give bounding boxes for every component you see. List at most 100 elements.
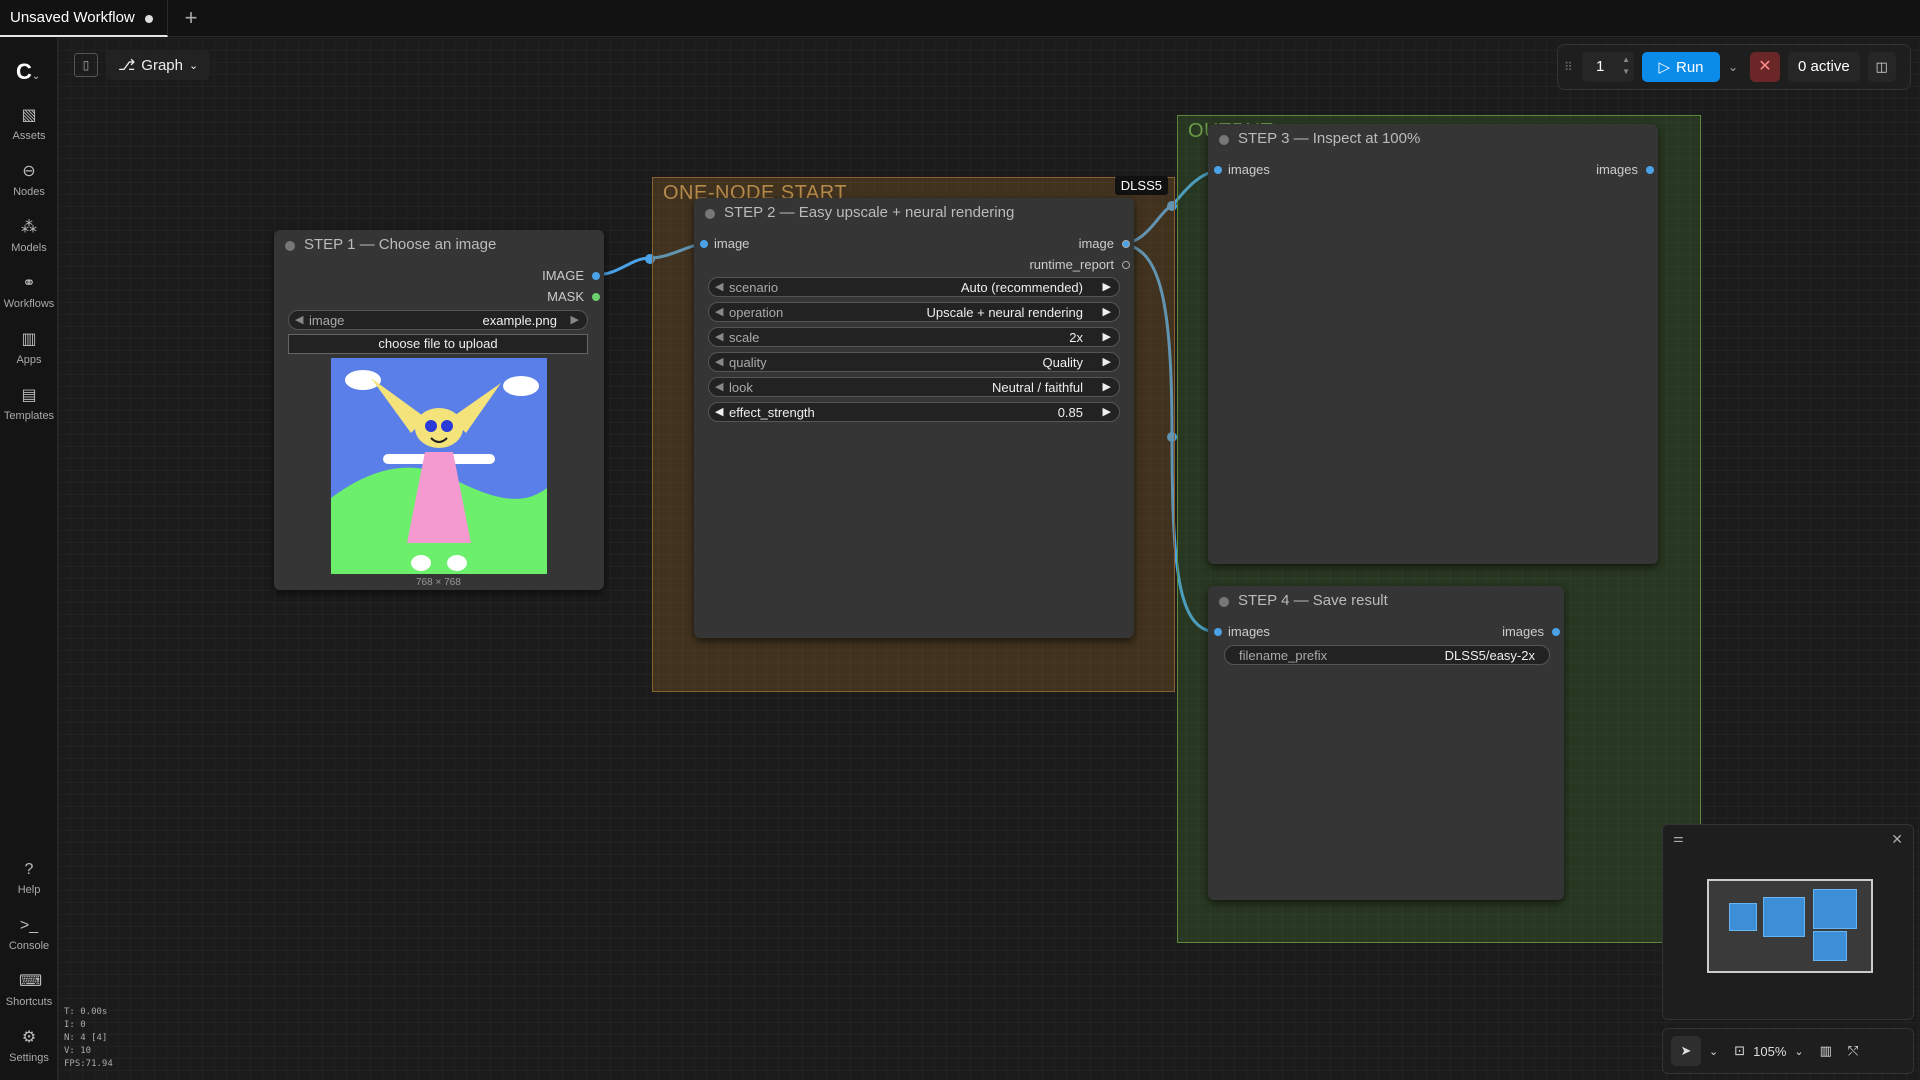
stepper-icon[interactable]: ▲ ▼ <box>1622 54 1630 78</box>
select-pointer-icon[interactable]: ➤ <box>1671 1036 1701 1066</box>
minimap[interactable]: ⚌ ✕ <box>1662 824 1914 1020</box>
output-mask-port[interactable] <box>592 293 600 301</box>
minimap-toggle-icon[interactable]: ▥ <box>1820 1043 1832 1059</box>
output-image-label: IMAGE <box>542 268 584 283</box>
widget-scale[interactable]: ◀ scale 2x ▶ <box>708 327 1120 347</box>
arrow-right-icon[interactable]: ▶ <box>1103 305 1111 318</box>
queue-active-button[interactable]: 0 active <box>1788 52 1860 82</box>
close-icon[interactable]: ✕ <box>1891 831 1903 848</box>
collapse-dot-icon[interactable] <box>285 241 295 251</box>
output-images-label: images <box>1502 624 1544 639</box>
arrow-left-icon[interactable]: ◀ <box>295 313 303 326</box>
sidebar-item-apps[interactable]: ▥ Apps <box>0 330 58 366</box>
app-logo-icon[interactable]: C⌄ <box>16 60 46 84</box>
collapse-dot-icon[interactable] <box>705 209 715 219</box>
widget-look[interactable]: ◀ look Neutral / faithful ▶ <box>708 377 1120 397</box>
widget-value: Neutral / faithful <box>991 380 1083 395</box>
stat-nodes: N: 4 [4] <box>64 1033 108 1043</box>
arrow-right-icon[interactable]: ▶ <box>571 313 579 326</box>
models-icon: ⁂ <box>21 219 37 236</box>
arrow-right-icon[interactable]: ▶ <box>1103 280 1111 293</box>
node-title-text: STEP 1 — Choose an image <box>304 236 497 253</box>
widget-label: image <box>309 313 345 328</box>
widget-label: scale <box>729 330 760 345</box>
output-image-port[interactable] <box>592 272 600 280</box>
cancel-run-button[interactable]: ✕ <box>1750 52 1780 82</box>
minimap-viewport[interactable] <box>1707 879 1873 973</box>
sidebar-item-assets[interactable]: ▧ Assets <box>0 106 58 142</box>
node-title-text: STEP 4 — Save result <box>1238 592 1388 609</box>
arrow-right-icon[interactable]: ▶ <box>1103 405 1111 418</box>
output-report-port[interactable] <box>1122 261 1130 269</box>
input-images-port[interactable] <box>1214 166 1222 174</box>
arrow-left-icon[interactable]: ◀ <box>715 280 723 293</box>
arrow-left-icon[interactable]: ◀ <box>715 380 723 393</box>
image-dimensions: 768 × 768 <box>416 577 461 588</box>
chevron-down-icon[interactable]: ⌄ <box>1728 60 1742 74</box>
widget-value: 0.85 <box>1057 405 1083 420</box>
sidebar-item-nodes[interactable]: ⊖ Nodes <box>0 162 58 198</box>
widget-effect-strength[interactable]: ◀ effect_strength 0.85 ▶ <box>708 402 1120 422</box>
chevron-down-icon[interactable]: ⌄ <box>1709 1045 1718 1058</box>
output-image-label: image <box>1078 236 1114 251</box>
node-step1-load-image[interactable]: STEP 1 — Choose an image IMAGE MASK ◀ im… <box>274 230 604 590</box>
sidebar-item-templates[interactable]: ▤ Templates <box>0 386 58 422</box>
sidebar-item-console[interactable]: >_ Console <box>0 916 58 952</box>
input-image-label: image <box>714 236 750 251</box>
collapse-dot-icon[interactable] <box>1219 135 1229 145</box>
sidebar-item-label: Settings <box>9 1052 49 1064</box>
arrow-right-icon[interactable]: ▶ <box>1103 380 1111 393</box>
output-images-port[interactable] <box>1646 166 1654 174</box>
arrow-left-icon[interactable]: ◀ <box>715 305 723 318</box>
filename-prefix-field[interactable]: filename_prefix DLSS5/easy-2x <box>1224 645 1550 665</box>
arrow-left-icon[interactable]: ◀ <box>715 405 723 418</box>
chevron-down-icon[interactable]: ⌄ <box>1794 1045 1803 1058</box>
collapse-dot-icon[interactable] <box>1219 597 1229 607</box>
output-images-port[interactable] <box>1552 628 1560 636</box>
arrow-left-icon[interactable]: ◀ <box>715 330 723 343</box>
arrow-left-icon[interactable]: ◀ <box>715 355 723 368</box>
sidebar-item-label: Templates <box>3 410 55 422</box>
sidebar-item-label: Nodes <box>13 186 45 198</box>
widget-operation[interactable]: ◀ operation Upscale + neural rendering ▶ <box>708 302 1120 322</box>
image-combo-widget[interactable]: ◀ image example.png ▶ <box>288 310 588 330</box>
chevron-down-icon: ⌄ <box>189 59 199 72</box>
sidebar-item-help[interactable]: ? Help <box>0 860 58 896</box>
sidebar-item-models[interactable]: ⁂ Models <box>0 218 58 254</box>
drag-handle-icon[interactable]: ⠿ <box>1564 60 1574 74</box>
widget-quality[interactable]: ◀ quality Quality ▶ <box>708 352 1120 372</box>
node-title: STEP 3 — Inspect at 100% <box>1208 124 1658 154</box>
settings-sliders-icon[interactable]: ⚌ <box>1673 831 1684 845</box>
node-step3-preview[interactable]: STEP 3 — Inspect at 100% images images <box>1208 124 1658 564</box>
sidebar-item-settings[interactable]: ⚙ Settings <box>0 1028 58 1064</box>
input-images-label: images <box>1228 624 1270 639</box>
node-title: STEP 2 — Easy upscale + neural rendering <box>694 198 1134 228</box>
output-report-label: runtime_report <box>1029 257 1114 272</box>
output-image-port[interactable] <box>1122 240 1130 248</box>
toggle-panel-button[interactable]: ▯ <box>74 53 98 77</box>
keyboard-icon: ⌨ <box>19 973 43 990</box>
link-visibility-icon[interactable]: ⤲ <box>1848 1043 1858 1059</box>
node-step2-upscale[interactable]: STEP 2 — Easy upscale + neural rendering… <box>694 198 1134 638</box>
input-image-port[interactable] <box>700 240 708 248</box>
sidebar-item-workflows[interactable]: ⚭ Workflows <box>0 274 58 310</box>
minimap-node <box>1763 897 1805 937</box>
run-button[interactable]: ▷ Run <box>1642 52 1720 82</box>
batch-count-input[interactable]: 1 ▲ ▼ <box>1582 52 1634 82</box>
arrow-right-icon[interactable]: ▶ <box>1103 330 1111 343</box>
node-title-text: STEP 2 — Easy upscale + neural rendering <box>724 204 1015 221</box>
batch-count-value: 1 <box>1596 58 1605 75</box>
widget-scenario[interactable]: ◀ scenario Auto (recommended) ▶ <box>708 277 1120 297</box>
render-stats: T: 0.00s I: 0 N: 4 [4] V: 10 FPS:71.94 <box>64 1006 113 1071</box>
sidebar-item-shortcuts[interactable]: ⌨ Shortcuts <box>0 972 58 1008</box>
sidebar-item-label: Models <box>11 242 47 254</box>
arrow-right-icon[interactable]: ▶ <box>1103 355 1111 368</box>
fit-view-icon[interactable]: ⊡ <box>1734 1043 1745 1059</box>
output-images-label: images <box>1596 162 1638 177</box>
upload-button[interactable]: choose file to upload <box>288 334 588 354</box>
node-step4-save[interactable]: STEP 4 — Save result images images filen… <box>1208 586 1564 900</box>
input-images-port[interactable] <box>1214 628 1222 636</box>
graph-mode-button[interactable]: ⎇ Graph ⌄ <box>106 50 211 80</box>
zoom-level[interactable]: 105% <box>1753 1044 1786 1059</box>
side-panel-icon[interactable]: ◫ <box>1867 52 1896 82</box>
